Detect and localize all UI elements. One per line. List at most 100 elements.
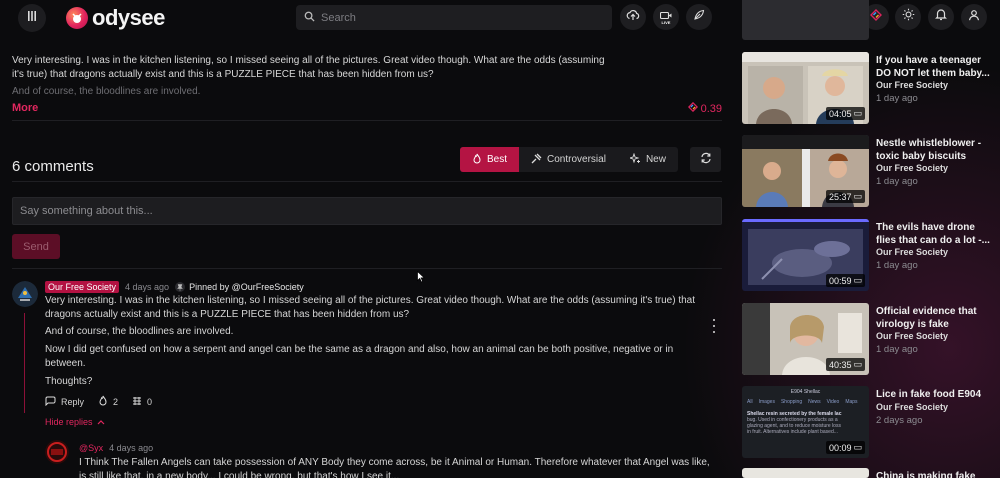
menu-button[interactable]: [18, 4, 46, 32]
comment-header: Our Free Society 4 days ago Pinned by @O…: [45, 281, 304, 293]
video-channel[interactable]: Our Free Society: [876, 247, 948, 257]
sort-new-label: New: [645, 154, 666, 165]
video-age: 1 day ago: [876, 176, 918, 187]
video-thumbnail[interactable]: 00:59 ▭: [742, 219, 869, 291]
more-button[interactable]: More: [12, 102, 38, 114]
comments-header-divider: [12, 181, 722, 182]
video-thumbnail[interactable]: 04:05 ▭: [742, 52, 869, 124]
slime-icon: [132, 396, 142, 408]
video-age: 1 day ago: [876, 344, 918, 355]
reply-icon: [45, 396, 56, 408]
previous-thumbnail[interactable]: [742, 0, 869, 40]
reply-paragraph: I Think The Fallen Angels can take posse…: [79, 457, 710, 468]
mouse-cursor-icon: [417, 270, 426, 288]
slime-reaction-button[interactable]: 0: [132, 396, 152, 408]
comment-form-divider: [12, 268, 722, 269]
thread-line[interactable]: [24, 313, 25, 413]
hide-replies-button[interactable]: Hide replies: [45, 417, 105, 427]
video-title[interactable]: Nestle whistleblower - toxic baby biscui…: [876, 137, 994, 163]
video-channel[interactable]: Our Free Society: [876, 402, 948, 412]
credits-icon: [687, 101, 698, 115]
controversial-icon: [531, 153, 542, 167]
reply-button[interactable]: Reply: [45, 396, 84, 408]
upload-button[interactable]: [620, 4, 646, 30]
video-age: 2 days ago: [876, 415, 923, 426]
reply-author[interactable]: @Syx: [79, 443, 103, 453]
video-title[interactable]: If you have a teenager DO NOT let them b…: [876, 54, 994, 80]
publish-icon: [693, 8, 705, 26]
video-channel[interactable]: Our Free Society: [876, 163, 948, 173]
video-title[interactable]: Official evidence that virology is fake …: [876, 305, 994, 331]
fire-count: 2: [113, 396, 119, 407]
video-description: Very interesting. I was in the kitchen l…: [12, 55, 605, 80]
main-content: Very interesting. I was in the kitchen l…: [12, 36, 722, 478]
related-video[interactable]: E904 Shellac All Images Shopping News Video M…: [742, 386, 1000, 460]
video-title[interactable]: China is making fake: [876, 470, 994, 478]
send-button[interactable]: Send: [12, 234, 60, 259]
comment-paragraph: Now I did get confused on how a serpent …: [45, 344, 674, 355]
duration-badge: 04:05 ▭: [825, 107, 865, 120]
sparkle-icon: [628, 152, 641, 167]
comment-paragraph: between.: [45, 358, 86, 369]
sort-best-label: Best: [487, 154, 508, 165]
comment-paragraph: dragons actually exist and this is a PUZ…: [45, 309, 410, 320]
duration-badge: 25:37 ▭: [825, 190, 865, 203]
video-icon: ▭: [853, 108, 862, 118]
video-thumbnail[interactable]: E904 Shellac All Images Shopping News Video M…: [742, 386, 869, 458]
fire-icon: [472, 153, 482, 167]
video-thumbnail[interactable]: 25:37 ▭: [742, 135, 869, 207]
refresh-comments-button[interactable]: [690, 147, 721, 172]
go-live-button[interactable]: LIVE: [653, 4, 679, 30]
reply-timestamp[interactable]: 4 days ago: [109, 443, 153, 453]
avatar[interactable]: [12, 281, 38, 307]
fire-icon: [98, 395, 108, 408]
related-video[interactable]: 40:35 ▭ Official evidence that virology i…: [742, 303, 1000, 377]
video-age: 1 day ago: [876, 260, 918, 271]
comment-paragraph: Very interesting. I was in the kitchen l…: [45, 295, 696, 306]
video-icon: ▭: [853, 191, 862, 201]
video-thumbnail[interactable]: [742, 468, 869, 478]
related-video[interactable]: China is making fake: [742, 468, 1000, 478]
video-credits: 0.39: [687, 101, 722, 115]
publish-button[interactable]: [686, 4, 712, 30]
comment-timestamp[interactable]: 4 days ago: [125, 282, 169, 292]
comment-sort-group: Best Controversial New: [460, 147, 678, 172]
comment-paragraph: And of course, the bloodlines are involv…: [45, 326, 234, 337]
video-channel[interactable]: Our Free Society: [876, 331, 948, 341]
video-age: 1 day ago: [876, 93, 918, 104]
related-video[interactable]: 04:05 ▭ If you have a teenager DO NOT let…: [742, 52, 1000, 126]
odysee-logo[interactable]: odysee: [66, 5, 165, 31]
video-channel[interactable]: Our Free Society: [876, 80, 948, 90]
slime-count: 0: [147, 396, 153, 407]
sort-new-button[interactable]: New: [618, 147, 678, 172]
related-video[interactable]: 25:37 ▭ Nestle whistleblower - toxic baby…: [742, 135, 1000, 209]
search-bar[interactable]: [296, 5, 612, 30]
credits-value: 0.39: [700, 102, 722, 115]
video-icon: ▭: [853, 359, 862, 369]
comment-actions: Reply 2 0: [45, 395, 152, 408]
video-thumbnail[interactable]: 40:35 ▭: [742, 303, 869, 375]
comment-options-button[interactable]: [709, 319, 719, 333]
pinned-indicator: Pinned by @OurFreeSociety: [175, 282, 304, 292]
related-video[interactable]: 00:59 ▭ The evils have drone flies that c…: [742, 219, 1000, 293]
logo-mark-icon: [66, 7, 88, 29]
pinned-label: Pinned by @OurFreeSociety: [189, 282, 304, 292]
reply-avatar[interactable]: [45, 440, 69, 464]
fire-reaction-button[interactable]: 2: [98, 395, 118, 408]
comments-count-title: 6 comments: [12, 158, 94, 175]
sort-controversial-button[interactable]: Controversial: [519, 147, 618, 172]
related-videos-sidebar: 04:05 ▭ If you have a teenager DO NOT let…: [742, 0, 1000, 478]
comment-author[interactable]: Our Free Society: [45, 281, 120, 293]
search-input[interactable]: [321, 11, 601, 24]
duration-badge: 00:59 ▭: [825, 274, 865, 287]
video-title[interactable]: Lice in fake food E904: [876, 388, 994, 402]
reply-body: I Think The Fallen Angels can take posse…: [79, 456, 719, 478]
video-icon: ▭: [853, 442, 862, 452]
duration-badge: 00:09 ▭: [825, 441, 865, 454]
sort-best-button[interactable]: Best: [460, 147, 520, 172]
refresh-icon: [700, 151, 712, 169]
video-title[interactable]: The evils have drone flies that can do a…: [876, 221, 994, 247]
comment-input[interactable]: [12, 197, 722, 225]
reply-paragraph: is still like that, in a new body... I c…: [79, 471, 400, 478]
hide-replies-label: Hide replies: [45, 417, 93, 427]
